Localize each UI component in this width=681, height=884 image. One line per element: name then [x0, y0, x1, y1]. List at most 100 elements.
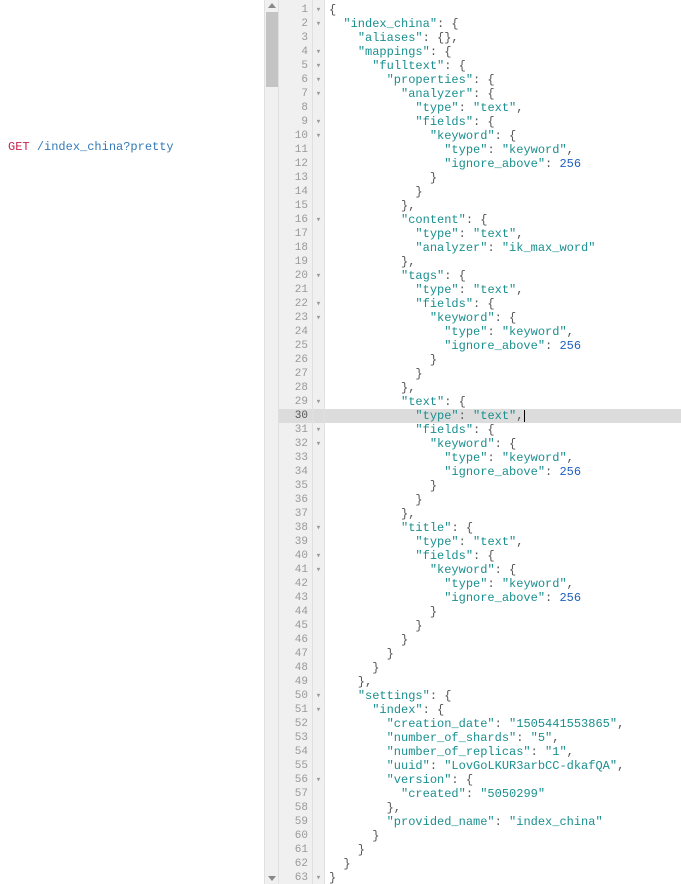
fold-toggle-icon[interactable]: ▾ — [313, 395, 324, 409]
fold-toggle-icon[interactable]: ▾ — [313, 17, 324, 31]
request-editor-panel[interactable]: GET /index_china?pretty — [0, 0, 279, 884]
fold-toggle-icon[interactable]: ▾ — [313, 87, 324, 101]
code-line: "title": { — [329, 521, 681, 535]
line-number: 38 — [279, 521, 312, 535]
fold-toggle-icon[interactable]: ▾ — [313, 773, 324, 787]
fold-gutter: ▾▾▾▾▾▾▾▾▾▾▾▾▾▾▾▾▾▾▾▾▾▾ — [313, 0, 325, 884]
line-number: 55 — [279, 759, 312, 773]
fold-toggle-icon[interactable]: ▾ — [313, 213, 324, 227]
line-number: 16 — [279, 213, 312, 227]
line-number: 61 — [279, 843, 312, 857]
fold-toggle-icon[interactable]: ▾ — [313, 129, 324, 143]
fold-toggle-icon[interactable]: ▾ — [313, 297, 324, 311]
fold-toggle-icon[interactable]: ▾ — [313, 59, 324, 73]
line-number: 8 — [279, 101, 312, 115]
code-line: "mappings": { — [329, 45, 681, 59]
fold-toggle-icon[interactable]: ▾ — [313, 115, 324, 129]
code-line: "aliases": {}, — [329, 31, 681, 45]
line-number: 5 — [279, 59, 312, 73]
code-line: "type": "keyword", — [329, 577, 681, 591]
request-text[interactable]: GET /index_china?pretty — [0, 0, 278, 199]
code-line: }, — [329, 381, 681, 395]
code-line: } — [329, 871, 681, 884]
line-number: 34 — [279, 465, 312, 479]
fold-toggle-icon[interactable]: ▾ — [313, 703, 324, 717]
code-line: "fields": { — [329, 423, 681, 437]
code-line: "uuid": "LovGoLKUR3arbCC-dkafQA", — [329, 759, 681, 773]
line-number: 50 — [279, 689, 312, 703]
code-line: "text": { — [329, 395, 681, 409]
line-number: 27 — [279, 367, 312, 381]
code-line: } — [329, 479, 681, 493]
fold-spacer — [313, 493, 324, 507]
fold-toggle-icon[interactable]: ▾ — [313, 563, 324, 577]
fold-toggle-icon[interactable]: ▾ — [313, 45, 324, 59]
fold-spacer — [313, 381, 324, 395]
line-number: 36 — [279, 493, 312, 507]
fold-spacer — [313, 465, 324, 479]
line-number: 45 — [279, 619, 312, 633]
code-line: "type": "text", — [325, 409, 681, 423]
fold-spacer — [313, 759, 324, 773]
code-line: "fields": { — [329, 549, 681, 563]
fold-toggle-icon[interactable]: ▾ — [313, 423, 324, 437]
line-number: 17 — [279, 227, 312, 241]
fold-toggle-icon[interactable]: ▾ — [313, 73, 324, 87]
fold-toggle-icon[interactable]: ▾ — [313, 549, 324, 563]
response-json[interactable]: { "index_china": { "aliases": {}, "mappi… — [325, 0, 681, 884]
code-line: "provided_name": "index_china" — [329, 815, 681, 829]
fold-toggle-icon[interactable]: ▾ — [313, 437, 324, 451]
line-number: 20 — [279, 269, 312, 283]
fold-spacer — [313, 325, 324, 339]
code-line: "analyzer": { — [329, 87, 681, 101]
fold-toggle-icon[interactable]: ▾ — [313, 311, 324, 325]
fold-toggle-icon[interactable]: ▾ — [313, 871, 324, 884]
fold-spacer — [313, 171, 324, 185]
line-number: 24 — [279, 325, 312, 339]
scroll-down-icon[interactable] — [268, 876, 276, 881]
line-number: 18 — [279, 241, 312, 255]
text-cursor — [524, 410, 525, 422]
code-line: "index_china": { — [329, 17, 681, 31]
code-line: }, — [329, 801, 681, 815]
code-line: } — [329, 605, 681, 619]
fold-spacer — [313, 199, 324, 213]
fold-spacer — [313, 157, 324, 171]
line-number: 31 — [279, 423, 312, 437]
code-line: "type": "text", — [329, 283, 681, 297]
fold-spacer — [313, 745, 324, 759]
fold-toggle-icon[interactable]: ▾ — [313, 3, 324, 17]
line-number: 25 — [279, 339, 312, 353]
code-line: } — [329, 185, 681, 199]
code-line: "content": { — [329, 213, 681, 227]
fold-spacer — [313, 843, 324, 857]
response-viewer-panel: ⋮⋮⋮ 123456789101112131415161718192021222… — [279, 0, 681, 884]
line-number: 12 — [279, 157, 312, 171]
code-line: } — [329, 661, 681, 675]
code-line: } — [329, 619, 681, 633]
scroll-thumb[interactable] — [266, 12, 278, 87]
code-line: "created": "5050299" — [329, 787, 681, 801]
line-number: 42 — [279, 577, 312, 591]
fold-spacer — [313, 675, 324, 689]
fold-spacer — [313, 479, 324, 493]
fold-toggle-icon[interactable]: ▾ — [313, 689, 324, 703]
scroll-up-icon[interactable] — [268, 3, 276, 8]
left-scrollbar[interactable] — [264, 0, 278, 884]
code-line: "tags": { — [329, 269, 681, 283]
code-line: "number_of_replicas": "1", — [329, 745, 681, 759]
fold-spacer — [313, 661, 324, 675]
http-url: /index_china?pretty — [37, 140, 174, 154]
line-number: 54 — [279, 745, 312, 759]
code-line: } — [329, 367, 681, 381]
fold-spacer — [313, 857, 324, 871]
line-number: 52 — [279, 717, 312, 731]
fold-spacer — [313, 185, 324, 199]
code-line: "properties": { — [329, 73, 681, 87]
code-line: } — [329, 353, 681, 367]
fold-spacer — [313, 339, 324, 353]
fold-toggle-icon[interactable]: ▾ — [313, 521, 324, 535]
fold-toggle-icon[interactable]: ▾ — [313, 269, 324, 283]
line-number: 11 — [279, 143, 312, 157]
code-line: "version": { — [329, 773, 681, 787]
